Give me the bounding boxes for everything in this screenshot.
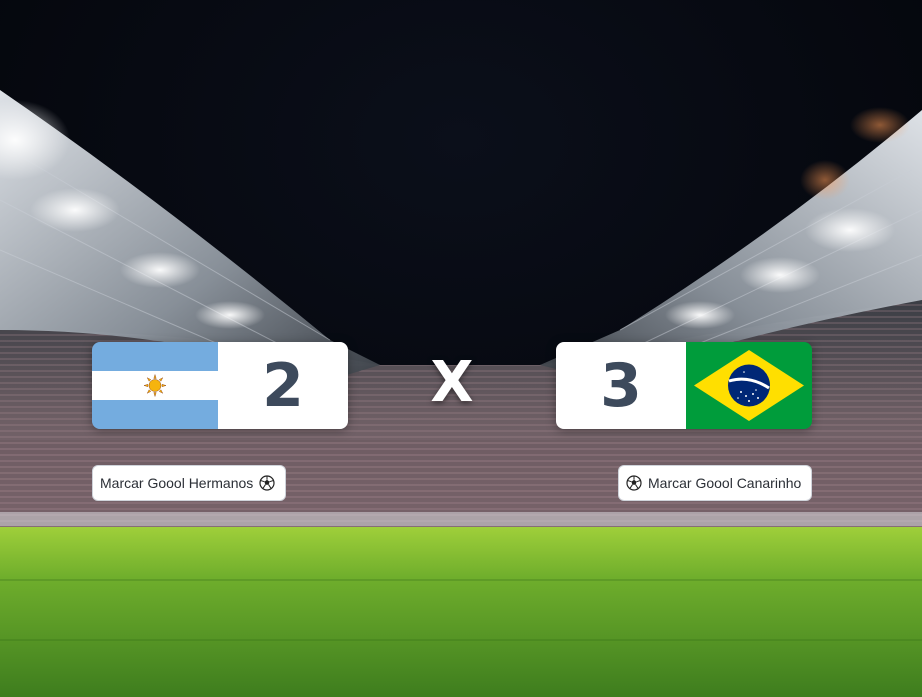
brazil-flag-icon	[686, 342, 812, 429]
versus-separator: X	[430, 349, 474, 415]
home-score-box: 2	[218, 342, 348, 429]
home-score: 2	[262, 350, 304, 421]
scoreboard-screen: 2 X 3 Marcar Goool Hermanos Marcar Goool…	[0, 0, 922, 697]
away-goal-button-label: Marcar Goool Canarinho	[648, 475, 802, 491]
argentina-flag-icon	[92, 342, 218, 429]
soccer-ball-icon	[626, 475, 642, 491]
away-team-card: 3	[556, 342, 812, 429]
away-score: 3	[600, 350, 642, 421]
away-goal-button[interactable]: Marcar Goool Canarinho	[618, 465, 812, 501]
home-team-card: 2	[92, 342, 348, 429]
soccer-ball-icon	[259, 475, 275, 491]
home-goal-button[interactable]: Marcar Goool Hermanos	[92, 465, 286, 501]
home-goal-button-label: Marcar Goool Hermanos	[100, 475, 254, 491]
away-score-box: 3	[556, 342, 686, 429]
